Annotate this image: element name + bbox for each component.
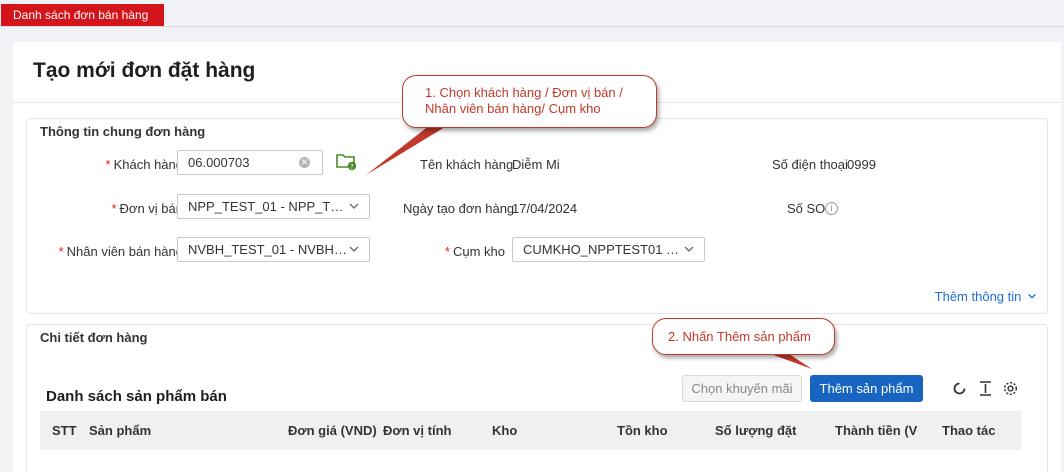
general-info-title: Thông tin chung đơn hàng — [40, 124, 206, 139]
staff-label-text: Nhân viên bán hàng — [66, 244, 183, 259]
column-header: Đơn giá (VND) — [288, 423, 377, 438]
so-number-label: Số SO — [787, 201, 826, 216]
general-info-section: Thông tin chung đơn hàng * Khách hàng 06.… — [26, 118, 1048, 314]
callout-step-1-line1: 1. Chọn khách hàng / Đơn vị bán / — [425, 85, 623, 100]
warehouse-label-text: Cụm kho — [452, 244, 505, 259]
phone-value: 0999 — [847, 157, 876, 172]
column-header: Thao tác — [942, 423, 996, 438]
folder-add-icon[interactable]: ? — [336, 152, 358, 171]
customer-name-label: Tên khách hàng — [420, 157, 514, 172]
more-info-label: Thêm thông tin — [934, 289, 1022, 304]
unit-label-text: Đơn vị bán — [119, 201, 183, 216]
refresh-icon[interactable] — [951, 380, 968, 397]
customer-label: * Khách hàng — [106, 157, 183, 172]
staff-select-value: NVBH_TEST_01 - NVBH_TEST_01 — [188, 242, 348, 257]
chevron-down-icon — [1028, 293, 1036, 299]
customer-input-value: 06.000703 — [188, 155, 250, 170]
column-header: Sản phẩm — [89, 423, 152, 438]
order-detail-section: Chi tiết đơn hàng Danh sách sản phẩm bán… — [26, 324, 1048, 472]
required-mark: * — [105, 157, 111, 172]
warehouse-select[interactable]: CUMKHO_NPPTEST01 - CUMKHO_NPPTEST01 — [512, 237, 705, 262]
select-promotion-button[interactable]: Chọn khuyến mãi — [682, 375, 802, 402]
unit-label: * Đơn vị bán — [111, 201, 183, 216]
add-product-button[interactable]: Thêm sản phẩm — [810, 375, 923, 402]
chevron-down-icon — [684, 246, 694, 252]
order-detail-title: Chi tiết đơn hàng — [40, 330, 148, 345]
product-table-header: STT Sản phẩm Đơn giá (VND) Đơn vị tính K… — [40, 411, 1021, 450]
column-header: Đơn vị tính — [383, 423, 452, 438]
unit-select[interactable]: NPP_TEST_01 - NPP_TEST_01 — [177, 194, 370, 219]
staff-label: * Nhân viên bán hàng — [59, 244, 183, 259]
required-mark: * — [111, 201, 117, 216]
staff-select[interactable]: NVBH_TEST_01 - NVBH_TEST_01 — [177, 237, 370, 262]
phone-label: Số điện thoại — [772, 157, 848, 172]
clear-icon[interactable]: ✕ — [299, 157, 310, 168]
info-icon[interactable]: i — [825, 202, 838, 215]
required-mark: * — [58, 244, 64, 259]
warehouse-label: * Cụm kho — [445, 244, 505, 259]
warehouse-select-value: CUMKHO_NPPTEST01 - CUMKHO_NPPTEST01 — [523, 242, 683, 257]
settings-icon[interactable] — [1002, 380, 1019, 397]
product-list-title: Danh sách sản phẩm bán — [46, 388, 227, 405]
svg-text:?: ? — [350, 163, 354, 171]
callout-step-1: 1. Chọn khách hàng / Đơn vị bán / Nhân v… — [402, 75, 657, 128]
customer-input[interactable]: 06.000703 ✕ — [177, 150, 323, 175]
page-title: Tạo mới đơn đặt hàng — [33, 59, 256, 82]
callout-step-1-line2: Nhân viên bán hàng/ Cụm kho — [425, 101, 601, 116]
column-height-icon[interactable] — [977, 380, 994, 397]
column-header: Thành tiền (V — [835, 423, 918, 438]
unit-select-value: NPP_TEST_01 - NPP_TEST_01 — [188, 199, 348, 214]
order-date-label: Ngày tạo đơn hàng — [403, 201, 515, 216]
customer-label-text: Khách hàng — [113, 157, 183, 172]
column-header: Số lượng đặt — [715, 423, 797, 438]
callout-step-2: 2. Nhấn Thêm sản phẩm — [652, 318, 835, 355]
tab-strip — [0, 26, 1064, 27]
order-date-value: 17/04/2024 — [512, 201, 578, 216]
chevron-down-icon — [349, 246, 359, 252]
column-header: Tồn kho — [617, 423, 668, 438]
more-info-link[interactable]: Thêm thông tin — [935, 289, 1037, 304]
chevron-down-icon — [349, 203, 359, 209]
column-header: Kho — [492, 423, 518, 438]
required-mark: * — [444, 244, 450, 259]
customer-name-value: Diễm Mi — [512, 157, 560, 172]
tab-order-list[interactable]: Danh sách đơn bán hàng — [1, 4, 164, 26]
column-header: STT — [52, 423, 77, 438]
